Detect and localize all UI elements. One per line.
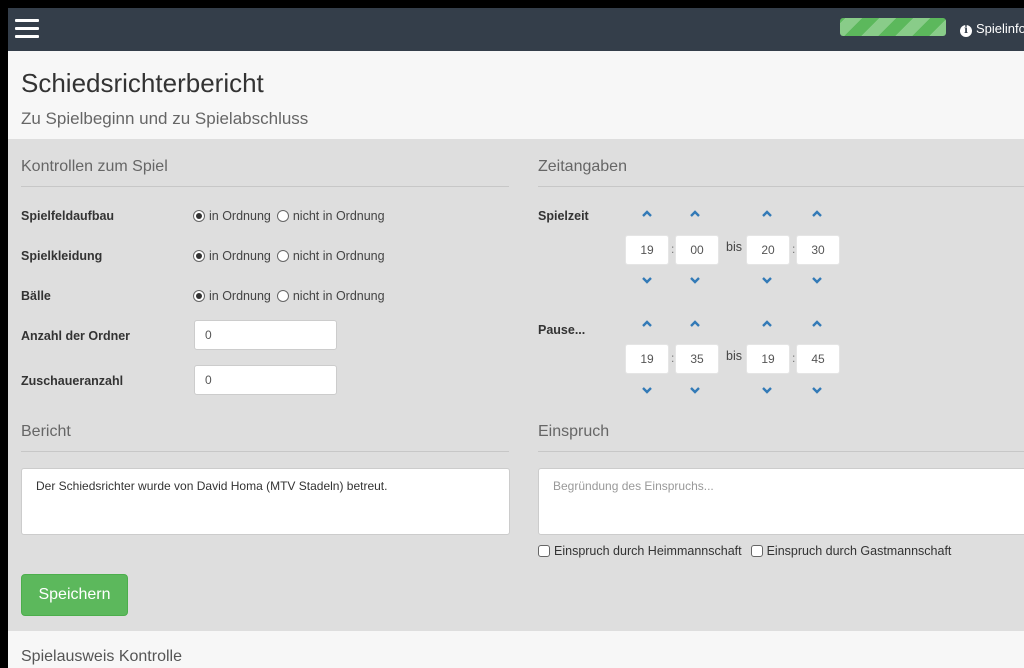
- spielkleidung-label: Spielkleidung: [21, 249, 103, 263]
- pause-start-minute-input[interactable]: 35: [675, 344, 719, 374]
- pause-end-minute-input[interactable]: 45: [796, 344, 840, 374]
- info-circle-icon: i: [960, 25, 972, 37]
- pause-end-hour-up-icon[interactable]: [761, 319, 773, 329]
- top-navbar: i Spielinfo: [8, 8, 1024, 51]
- zeit-section-title: Zeitangaben: [538, 158, 627, 175]
- baelle-label: Bälle: [21, 289, 51, 303]
- time-colon: :: [671, 242, 675, 256]
- spielzeit-start-minute-down-icon[interactable]: [689, 275, 701, 285]
- radio-label: in Ordnung: [209, 289, 271, 303]
- pause-end-minute-up-icon[interactable]: [811, 319, 823, 329]
- spielzeit-end-hour-input[interactable]: 20: [746, 235, 790, 265]
- einspruch-checkbox-group: Einspruch durch Heimmannschaft Einspruch…: [538, 544, 951, 558]
- app-frame: i Spielinfo Schiedsrichterbericht Zu Spie…: [8, 8, 1024, 668]
- bericht-divider: [21, 451, 509, 452]
- gast-einspruch-checkbox[interactable]: [750, 545, 763, 557]
- pause-start-minute-down-icon[interactable]: [689, 385, 701, 395]
- pause-start-minute-up-icon[interactable]: [689, 319, 701, 329]
- heim-einspruch-checkbox[interactable]: [538, 545, 550, 557]
- spielzeit-start-minute-up-icon[interactable]: [689, 209, 701, 219]
- ordner-input[interactable]: 0: [194, 320, 337, 350]
- report-panel: Kontrollen zum Spiel Spielfeldaufbau in …: [8, 139, 1024, 631]
- spielinfo-link[interactable]: i Spielinfo: [960, 21, 1024, 37]
- ordner-label: Anzahl der Ordner: [21, 329, 131, 343]
- spielfeldaufbau-ok-radio[interactable]: [193, 210, 205, 222]
- spielfeldaufbau-radio-group: in Ordnung nicht in Ordnung: [193, 209, 391, 223]
- pause-start-hour-up-icon[interactable]: [641, 319, 653, 329]
- radio-label: in Ordnung: [209, 249, 271, 263]
- spielzeit-end-hour-down-icon[interactable]: [761, 275, 773, 285]
- spielkleidung-radio-group: in Ordnung nicht in Ordnung: [193, 249, 391, 263]
- spielinfo-label: Spielinfo: [976, 21, 1024, 36]
- einspruch-textarea[interactable]: Begründung des Einspruchs...: [538, 468, 1024, 535]
- baelle-not-ok-radio[interactable]: [276, 290, 289, 302]
- spielzeit-label: Spielzeit: [538, 209, 589, 223]
- hamburger-menu-icon[interactable]: [15, 19, 39, 39]
- baelle-radio-group: in Ordnung nicht in Ordnung: [193, 289, 391, 303]
- einspruch-section-title: Einspruch: [538, 423, 610, 440]
- gast-einspruch-label: Einspruch durch Gastmannschaft: [766, 544, 952, 558]
- page-subtitle: Zu Spielbeginn und zu Spielabschluss: [21, 109, 309, 128]
- pause-bis-label: bis: [726, 349, 742, 363]
- pause-end-hour-down-icon[interactable]: [761, 385, 773, 395]
- einspruch-divider: [538, 451, 1024, 452]
- spielkleidung-ok-radio[interactable]: [193, 250, 205, 262]
- zeit-divider: [538, 186, 1024, 187]
- controls-divider: [21, 186, 509, 187]
- time-colon: :: [792, 351, 796, 365]
- radio-label: in Ordnung: [209, 209, 271, 223]
- pause-end-minute-down-icon[interactable]: [811, 385, 823, 395]
- spielzeit-end-minute-input[interactable]: 30: [796, 235, 840, 265]
- spielfeldaufbau-label: Spielfeldaufbau: [21, 209, 115, 223]
- bericht-section-title: Bericht: [21, 423, 71, 440]
- spielzeit-end-minute-up-icon[interactable]: [811, 209, 823, 219]
- spielzeit-end-hour-up-icon[interactable]: [761, 209, 773, 219]
- progress-bar: [840, 18, 946, 36]
- time-colon: :: [671, 351, 675, 365]
- baelle-ok-radio[interactable]: [193, 290, 205, 302]
- pause-start-hour-down-icon[interactable]: [641, 385, 653, 395]
- spielkleidung-not-ok-radio[interactable]: [276, 250, 289, 262]
- spielausweis-section-title: Spielausweis Kontrolle: [21, 648, 182, 665]
- save-button[interactable]: Speichern: [21, 574, 128, 616]
- pause-start-hour-input[interactable]: 19: [625, 344, 669, 374]
- zuschauer-input[interactable]: 0: [194, 365, 337, 395]
- page-title: Schiedsrichterbericht: [21, 68, 264, 98]
- spielzeit-bis-label: bis: [726, 240, 742, 254]
- spielfeldaufbau-not-ok-radio[interactable]: [276, 210, 289, 222]
- time-colon: :: [792, 242, 796, 256]
- radio-label: nicht in Ordnung: [292, 209, 385, 223]
- spielzeit-start-minute-input[interactable]: 00: [675, 235, 719, 265]
- radio-label: nicht in Ordnung: [292, 289, 385, 303]
- pause-label: Pause...: [538, 323, 586, 337]
- spielzeit-start-hour-input[interactable]: 19: [625, 235, 669, 265]
- radio-label: nicht in Ordnung: [292, 249, 385, 263]
- spielzeit-end-minute-down-icon[interactable]: [811, 275, 823, 285]
- pause-end-hour-input[interactable]: 19: [746, 344, 790, 374]
- controls-section-title: Kontrollen zum Spiel: [21, 158, 168, 175]
- spielzeit-start-hour-down-icon[interactable]: [641, 275, 653, 285]
- spielzeit-start-hour-up-icon[interactable]: [641, 209, 653, 219]
- bericht-textarea[interactable]: Der Schiedsrichter wurde von David Homa …: [21, 468, 510, 535]
- zuschauer-label: Zuschaueranzahl: [21, 374, 124, 388]
- heim-einspruch-label: Einspruch durch Heimmannschaft: [554, 544, 742, 558]
